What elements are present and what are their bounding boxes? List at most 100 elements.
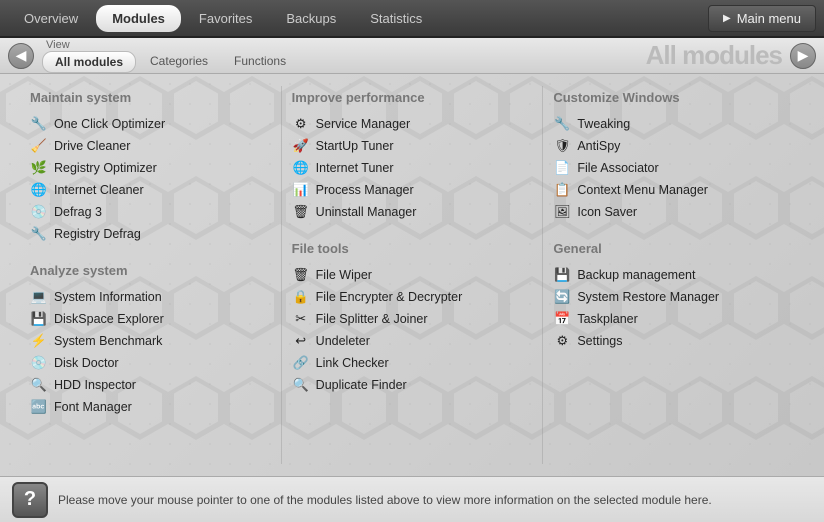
sub-tab-all-modules[interactable]: All modules	[42, 51, 136, 73]
section-title-general: General	[553, 241, 794, 256]
tab-backups[interactable]: Backups	[270, 5, 352, 32]
module-label: Taskplaner	[577, 312, 637, 326]
tab-overview[interactable]: Overview	[8, 5, 94, 32]
registry-optimizer-icon: 🌿	[30, 159, 48, 177]
duplicate-finder-icon: 🔍	[292, 376, 310, 394]
module-label: Uninstall Manager	[316, 205, 417, 219]
module-label: AntiSpy	[577, 139, 620, 153]
module-label: Registry Optimizer	[54, 161, 157, 175]
section-title-filetools: File tools	[292, 241, 533, 256]
view-label: View	[46, 39, 70, 51]
list-item[interactable]: 🗑 Uninstall Manager	[292, 201, 533, 223]
list-item[interactable]: ⚡ System Benchmark	[30, 330, 271, 352]
main-menu-button[interactable]: Main menu	[708, 5, 816, 32]
list-item[interactable]: 🔧 One Click Optimizer	[30, 113, 271, 135]
list-item[interactable]: 🔄 System Restore Manager	[553, 286, 794, 308]
list-item[interactable]: 🌐 Internet Tuner	[292, 157, 533, 179]
sub-navigation: ◀ View All modules Categories Functions …	[0, 38, 824, 74]
main-content: Maintain system 🔧 One Click Optimizer 🧹 …	[0, 74, 824, 476]
antispy-icon: 🛡	[553, 137, 571, 155]
list-item[interactable]: 💾 Backup management	[553, 264, 794, 286]
top-navigation: Overview Modules Favorites Backups Stati…	[0, 0, 824, 38]
list-item[interactable]: 💿 Disk Doctor	[30, 352, 271, 374]
module-label: System Restore Manager	[577, 290, 719, 304]
defrag-icon: 💿	[30, 203, 48, 221]
system-information-icon: 💻	[30, 288, 48, 306]
section-title-maintain: Maintain system	[30, 90, 271, 105]
module-label: Disk Doctor	[54, 356, 119, 370]
taskplaner-icon: 📅	[553, 310, 571, 328]
list-item[interactable]: 🛡 AntiSpy	[553, 135, 794, 157]
module-label: Internet Tuner	[316, 161, 394, 175]
module-label: Undeleter	[316, 334, 370, 348]
column-3: Customize Windows 🔧 Tweaking 🛡 AntiSpy 📄…	[542, 86, 804, 464]
sub-tab-functions[interactable]: Functions	[222, 51, 298, 73]
sub-nav-tabs: All modules Categories Functions	[42, 51, 298, 73]
undeleter-icon: ↩	[292, 332, 310, 350]
list-item[interactable]: 📅 Taskplaner	[553, 308, 794, 330]
uninstall-manager-icon: 🗑	[292, 203, 310, 221]
file-wiper-icon: 🗑	[292, 266, 310, 284]
module-label: Service Manager	[316, 117, 411, 131]
list-item[interactable]: 🔧 Registry Defrag	[30, 223, 271, 245]
status-message: Please move your mouse pointer to one of…	[58, 493, 712, 507]
list-item[interactable]: 📊 Process Manager	[292, 179, 533, 201]
tweaking-icon: 🔧	[553, 115, 571, 133]
forward-button[interactable]: ▶	[790, 43, 816, 69]
hdd-inspector-icon: 🔍	[30, 376, 48, 394]
list-item[interactable]: ⚙ Settings	[553, 330, 794, 352]
list-item[interactable]: 🔍 Duplicate Finder	[292, 374, 533, 396]
module-label: Internet Cleaner	[54, 183, 144, 197]
list-item[interactable]: 🌿 Registry Optimizer	[30, 157, 271, 179]
module-label: One Click Optimizer	[54, 117, 165, 131]
module-label: File Wiper	[316, 268, 372, 282]
module-label: File Associator	[577, 161, 658, 175]
list-item[interactable]: 💾 DiskSpace Explorer	[30, 308, 271, 330]
link-checker-icon: 🔗	[292, 354, 310, 372]
module-label: Icon Saver	[577, 205, 637, 219]
section-title-customize: Customize Windows	[553, 90, 794, 105]
sub-tab-categories[interactable]: Categories	[138, 51, 220, 73]
icon-saver-icon: 🖼	[553, 203, 571, 221]
list-item[interactable]: 🔧 Tweaking	[553, 113, 794, 135]
module-label: HDD Inspector	[54, 378, 136, 392]
list-item[interactable]: 🧹 Drive Cleaner	[30, 135, 271, 157]
list-item[interactable]: 🔤 Font Manager	[30, 396, 271, 418]
tab-statistics[interactable]: Statistics	[354, 5, 438, 32]
page-title: All modules	[646, 40, 782, 71]
drive-cleaner-icon: 🧹	[30, 137, 48, 155]
help-icon[interactable]: ?	[12, 482, 48, 518]
list-item[interactable]: 💿 Defrag 3	[30, 201, 271, 223]
list-item[interactable]: 📋 Context Menu Manager	[553, 179, 794, 201]
diskspace-explorer-icon: 💾	[30, 310, 48, 328]
list-item[interactable]: ✂ File Splitter & Joiner	[292, 308, 533, 330]
list-item[interactable]: 🗑 File Wiper	[292, 264, 533, 286]
list-item[interactable]: 📄 File Associator	[553, 157, 794, 179]
list-item[interactable]: 🌐 Internet Cleaner	[30, 179, 271, 201]
internet-cleaner-icon: 🌐	[30, 181, 48, 199]
process-manager-icon: 📊	[292, 181, 310, 199]
list-item[interactable]: ⚙ Service Manager	[292, 113, 533, 135]
tab-favorites[interactable]: Favorites	[183, 5, 268, 32]
bottom-bar: ? Please move your mouse pointer to one …	[0, 476, 824, 522]
list-item[interactable]: 💻 System Information	[30, 286, 271, 308]
settings-icon: ⚙	[553, 332, 571, 350]
module-label: Link Checker	[316, 356, 389, 370]
service-manager-icon: ⚙	[292, 115, 310, 133]
module-label: Process Manager	[316, 183, 414, 197]
file-encrypter-icon: 🔒	[292, 288, 310, 306]
disk-doctor-icon: 💿	[30, 354, 48, 372]
list-item[interactable]: 🔗 Link Checker	[292, 352, 533, 374]
back-button[interactable]: ◀	[8, 43, 34, 69]
module-label: Font Manager	[54, 400, 132, 414]
list-item[interactable]: 🖼 Icon Saver	[553, 201, 794, 223]
column-1: Maintain system 🔧 One Click Optimizer 🧹 …	[20, 86, 281, 464]
system-benchmark-icon: ⚡	[30, 332, 48, 350]
list-item[interactable]: 🔒 File Encrypter & Decrypter	[292, 286, 533, 308]
list-item[interactable]: 🔍 HDD Inspector	[30, 374, 271, 396]
list-item[interactable]: 🚀 StartUp Tuner	[292, 135, 533, 157]
list-item[interactable]: ↩ Undeleter	[292, 330, 533, 352]
module-label: Tweaking	[577, 117, 630, 131]
tab-modules[interactable]: Modules	[96, 5, 181, 32]
file-splitter-icon: ✂	[292, 310, 310, 328]
